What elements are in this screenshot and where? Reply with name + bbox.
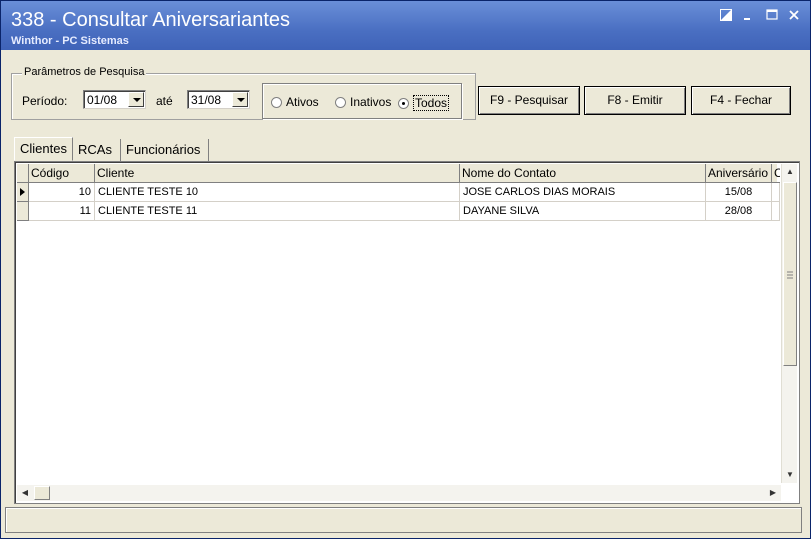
- close-icon[interactable]: [787, 9, 801, 23]
- radio-circle[interactable]: [335, 96, 346, 108]
- radio-circle[interactable]: [271, 96, 282, 108]
- vertical-scrollbar[interactable]: ▲ ▼: [781, 164, 797, 483]
- date-from-select[interactable]: 01/08: [83, 90, 146, 109]
- window-body: Parâmetros de Pesquisa Período: 01/08 at…: [3, 50, 808, 536]
- radio-ativos-label: Ativos: [286, 95, 319, 109]
- col-c[interactable]: C: [772, 164, 780, 183]
- tab-rcas[interactable]: RCAs: [73, 139, 121, 161]
- search-params-title: Parâmetros de Pesquisa: [22, 66, 147, 78]
- col-codigo[interactable]: Código: [29, 164, 95, 183]
- col-nome-contato[interactable]: Nome do Contato: [460, 164, 706, 183]
- col-cliente[interactable]: Cliente: [95, 164, 460, 183]
- radio-ativos[interactable]: Ativos: [271, 95, 319, 109]
- vertical-scroll-thumb[interactable]: [783, 182, 797, 366]
- radio-todos-label: Todos: [413, 95, 450, 111]
- cell-codigo[interactable]: 11: [29, 202, 95, 221]
- date-from-value: 01/08: [87, 93, 118, 107]
- chevron-down-icon[interactable]: [232, 92, 248, 107]
- horizontal-scroll-thumb[interactable]: [34, 486, 50, 500]
- window-subtitle: Winthor - PC Sistemas: [11, 35, 129, 47]
- radio-inativos[interactable]: Inativos: [335, 95, 391, 109]
- cell-aniversario[interactable]: 28/08: [706, 202, 772, 221]
- cell-c[interactable]: [772, 183, 780, 202]
- radio-circle-checked[interactable]: [398, 97, 409, 109]
- table-row[interactable]: 11 CLIENTE TESTE 11 DAYANE SILVA 28/08: [17, 202, 780, 221]
- search-button[interactable]: F9 - Pesquisar: [478, 86, 580, 115]
- until-label: até: [156, 94, 173, 108]
- date-to-select[interactable]: 31/08: [187, 90, 250, 109]
- scroll-left-icon[interactable]: ◀: [17, 485, 33, 501]
- emit-button[interactable]: F8 - Emitir: [584, 86, 686, 115]
- scroll-right-icon[interactable]: ▶: [765, 485, 781, 501]
- help-icon[interactable]: [719, 9, 733, 23]
- current-row-icon: [20, 188, 25, 196]
- cell-codigo[interactable]: 10: [29, 183, 95, 202]
- horizontal-scrollbar[interactable]: ◀ ▶: [17, 485, 781, 501]
- chevron-down-icon[interactable]: [128, 92, 144, 107]
- close-button[interactable]: F4 - Fechar: [691, 86, 791, 115]
- cell-cliente[interactable]: CLIENTE TESTE 10: [95, 183, 460, 202]
- tab-funcionarios[interactable]: Funcionários: [121, 139, 209, 161]
- grid-header: Código Cliente Nome do Contato Aniversár…: [17, 164, 780, 183]
- radio-todos[interactable]: Todos: [398, 95, 450, 111]
- cell-aniversario[interactable]: 15/08: [706, 183, 772, 202]
- main-window: 338 - Consultar Aniversariantes Winthor …: [0, 0, 811, 539]
- status-radio-group: Ativos Inativos Todos: [262, 83, 462, 119]
- row-indicator: [17, 202, 29, 221]
- period-label: Período:: [22, 94, 68, 108]
- cell-contato[interactable]: DAYANE SILVA: [460, 202, 706, 221]
- results-grid: Código Cliente Nome do Contato Aniversár…: [14, 161, 800, 504]
- minimize-icon[interactable]: [741, 9, 755, 23]
- radio-inativos-label: Inativos: [350, 95, 392, 109]
- cell-contato[interactable]: JOSE CARLOS DIAS MORAIS: [460, 183, 706, 202]
- window-title: 338 - Consultar Aniversariantes: [11, 9, 291, 31]
- maximize-icon[interactable]: [765, 9, 779, 23]
- table-row[interactable]: 10 CLIENTE TESTE 10 JOSE CARLOS DIAS MOR…: [17, 183, 780, 202]
- cell-c[interactable]: [772, 202, 780, 221]
- date-to-value: 31/08: [191, 93, 222, 107]
- scroll-down-icon[interactable]: ▼: [782, 467, 798, 483]
- col-aniversario[interactable]: Aniversário: [706, 164, 772, 183]
- grid-header-indicator: [17, 164, 29, 183]
- scroll-up-icon[interactable]: ▲: [782, 164, 798, 180]
- status-bar: [5, 507, 802, 533]
- title-bar: 338 - Consultar Aniversariantes Winthor …: [1, 1, 810, 50]
- cell-cliente[interactable]: CLIENTE TESTE 11: [95, 202, 460, 221]
- tab-clientes[interactable]: Clientes: [14, 137, 73, 161]
- row-indicator: [17, 183, 29, 202]
